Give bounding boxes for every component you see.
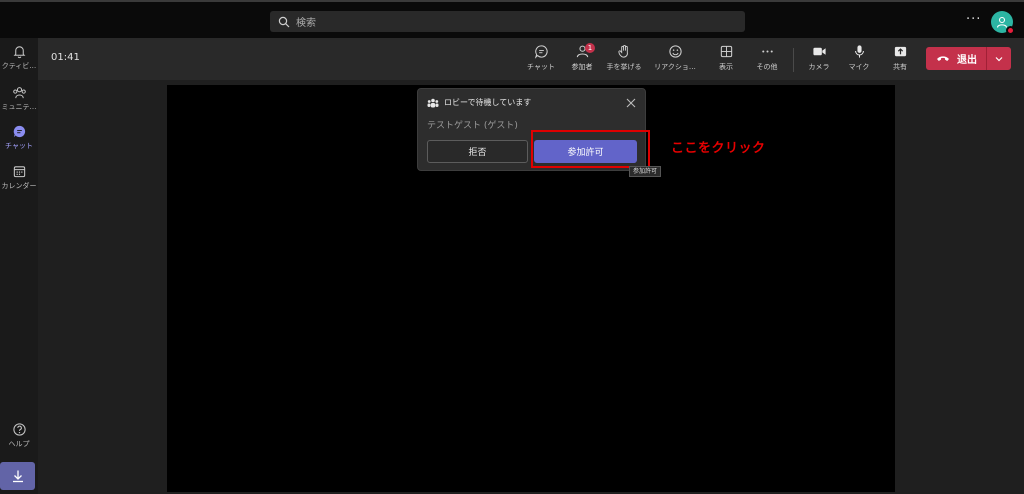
person-icon [996, 16, 1008, 28]
rail-item-calendar[interactable]: カレンダー [0, 164, 38, 200]
control-label: その他 [756, 63, 778, 71]
lobby-header: ロビーで待機しています [427, 97, 531, 108]
title-bar: 検索 ··· [0, 0, 1024, 38]
chat-icon [534, 45, 548, 59]
download-icon [12, 470, 23, 483]
rail-item-help[interactable]: ヘルプ [0, 422, 38, 458]
hand-icon [617, 44, 628, 58]
search-box[interactable]: 検索 [270, 11, 745, 32]
rail-item-label: クティビ… [1, 62, 37, 70]
control-label: 表示 [719, 63, 733, 71]
rail-item-label: チャット [5, 142, 33, 150]
rail-item-label: ヘルプ [8, 440, 30, 448]
participants-button[interactable]: 1 参加者 [560, 43, 604, 76]
meeting-control-bar: 01:41 チャット 1 参加者 手を挙げる リアクショ… 表示 その他 カメラ… [38, 38, 1024, 80]
camera-button[interactable]: カメラ [797, 44, 841, 76]
help-icon [12, 423, 26, 436]
rail-item-communities[interactable]: ミュニテ… [0, 85, 38, 121]
control-label: リアクショ… [654, 63, 696, 71]
control-label: カメラ [808, 63, 830, 71]
share-icon [894, 46, 906, 57]
deny-button[interactable]: 拒否 [427, 140, 528, 163]
search-icon [278, 16, 290, 27]
admit-tooltip: 参加許可 [629, 166, 662, 177]
highlight-box [531, 130, 650, 168]
leave-button[interactable]: 退出 [926, 47, 986, 70]
control-label: 手を挙げる [606, 63, 642, 71]
meeting-timer: 01:41 [51, 52, 80, 63]
leave-label: 退出 [957, 55, 977, 66]
divider [793, 48, 794, 72]
raise-hand-button[interactable]: 手を挙げる [602, 44, 646, 76]
phone-hangup-icon [937, 55, 949, 61]
bell-icon [13, 46, 25, 59]
leave-button-group: 退出 [926, 47, 1011, 70]
camera-icon [812, 47, 826, 56]
close-icon[interactable] [626, 98, 636, 108]
leave-options-button[interactable] [987, 47, 1011, 70]
control-label: チャット [527, 63, 555, 71]
control-label: マイク [848, 63, 870, 71]
people-icon [427, 98, 439, 107]
reactions-button[interactable]: リアクショ… [653, 44, 697, 76]
chat-icon [13, 125, 25, 138]
smile-icon [668, 45, 682, 58]
control-label: 参加者 [571, 63, 593, 71]
mic-icon [854, 45, 864, 58]
more-icon [761, 50, 773, 53]
app-rail: クティビ… ミュニテ… チャット カレンダー ヘルプ [0, 38, 38, 494]
rail-item-label: ミュニテ… [1, 103, 37, 111]
rail-item-label: カレンダー [1, 182, 37, 190]
rail-item-activity[interactable]: クティビ… [0, 44, 38, 80]
guest-name: テストゲスト (ゲスト) [427, 121, 518, 131]
search-placeholder: 検索 [296, 18, 316, 29]
control-label: 共有 [893, 63, 907, 71]
calendar-icon [13, 166, 25, 178]
download-button[interactable] [0, 462, 35, 490]
view-button[interactable]: 表示 [704, 44, 748, 76]
chevron-down-icon [995, 56, 1003, 61]
avatar[interactable] [991, 11, 1015, 35]
more-button[interactable]: その他 [745, 44, 789, 76]
layout-icon [720, 45, 732, 58]
rail-item-chat[interactable]: チャット [0, 124, 38, 160]
more-options-button[interactable]: ··· [966, 12, 981, 27]
lobby-title: ロビーで待機しています [444, 98, 532, 107]
participants-badge: 1 [585, 43, 595, 53]
share-button[interactable]: 共有 [878, 44, 922, 76]
mic-button[interactable]: マイク [837, 44, 881, 76]
click-here-annotation: ここをクリック [671, 141, 766, 156]
people-icon [12, 87, 26, 99]
chat-button[interactable]: チャット [519, 44, 563, 76]
presence-status-dot [1006, 26, 1015, 35]
